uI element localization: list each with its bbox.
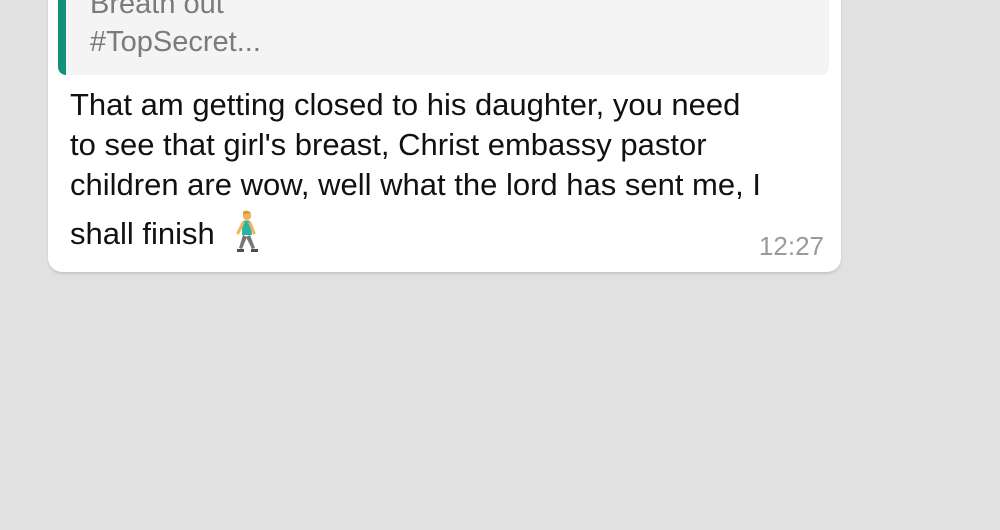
message-text-line-2: to see that girl's breast, Christ embass… [70, 127, 707, 162]
quoted-text-line-1: Breath out [90, 0, 224, 20]
message-text-line-4: shall finish [70, 210, 261, 256]
quoted-text-line-2: #TopSecret... [90, 26, 261, 58]
message-bubble[interactable]: Breath out #TopSecret... That am getting… [48, 0, 841, 272]
quoted-reply[interactable]: Breath out #TopSecret... [58, 0, 829, 75]
person-walking-icon [233, 210, 261, 256]
message-text-line-1: That am getting closed to his daughter, … [70, 87, 741, 122]
message-text-line-3: children are wow, well what the lord has… [70, 167, 761, 202]
message-timestamp: 12:27 [758, 231, 824, 261]
message-text-line-4-text: shall finish [70, 216, 215, 251]
